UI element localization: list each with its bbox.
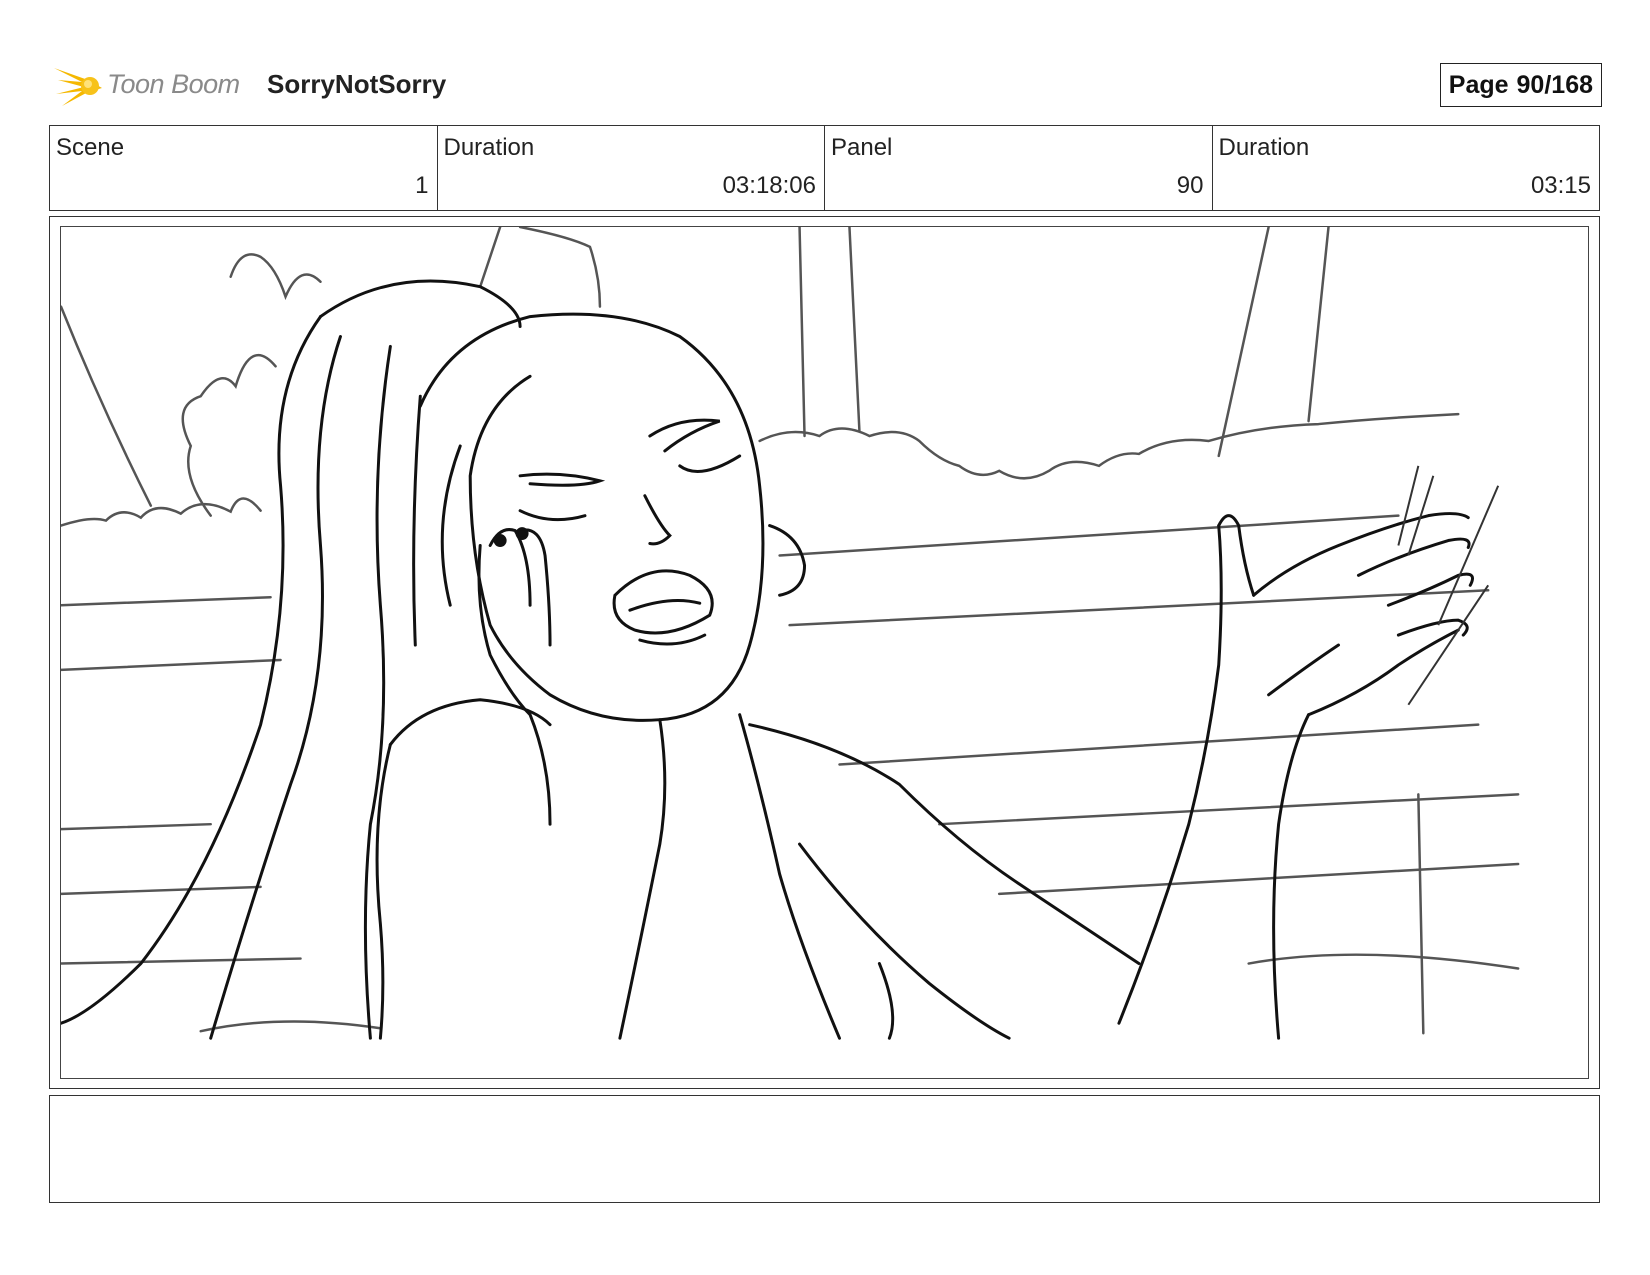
panel-cell: Panel 90 <box>825 126 1213 210</box>
panel-value: 90 <box>1176 172 1204 199</box>
project-title: SorryNotSorry <box>267 69 447 99</box>
info-table: Scene 1 Duration 03:18:06 Panel 90 Durat… <box>49 125 1600 211</box>
storyboard-panel-image <box>60 226 1589 1079</box>
scene-duration-value: 03:18:06 <box>722 172 816 199</box>
page-indicator: Page 90/168 <box>1439 63 1602 107</box>
page-label: Page <box>1448 71 1509 99</box>
panel-duration-cell: Duration 03:15 <box>1213 126 1600 210</box>
toon-boom-logo: Toon Boom <box>52 60 257 110</box>
page-number: 90/168 <box>1516 71 1593 99</box>
scene-value: 1 <box>415 172 429 199</box>
scene-cell: Scene 1 <box>50 126 438 210</box>
panel-duration-label: Duration <box>1218 134 1310 161</box>
scene-duration-cell: Duration 03:18:06 <box>438 126 825 210</box>
motion-lines <box>1397 465 1500 706</box>
character-sketch <box>61 279 1474 1040</box>
toon-boom-star-icon <box>54 68 102 106</box>
logo-text: Toon Boom <box>107 69 240 99</box>
page-header: Toon Boom SorryNotSorry Page 90/168 <box>52 55 1602 115</box>
panel-duration-value: 03:15 <box>1530 172 1591 199</box>
storyboard-sketch <box>61 227 1520 1040</box>
background-sketch <box>61 227 1520 1035</box>
panel-label: Panel <box>831 134 893 161</box>
scene-duration-label: Duration <box>443 134 535 161</box>
storyboard-panel-frame <box>49 216 1600 1089</box>
scene-label: Scene <box>56 134 125 161</box>
panel-notes-box <box>49 1095 1600 1203</box>
